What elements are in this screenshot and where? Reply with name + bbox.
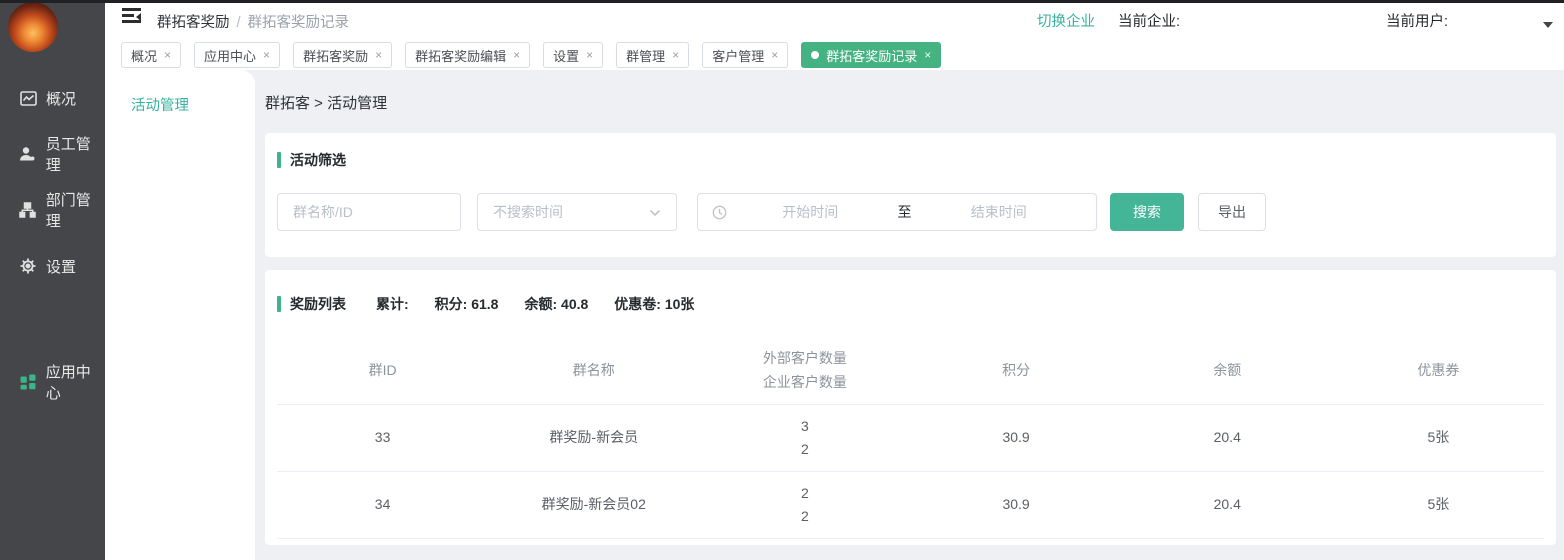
rewards-header: 奖励列表 累计: 积分: 61.8 余额: 40.8 优惠卷: 10张: [277, 294, 694, 314]
chart-icon: [19, 89, 37, 107]
sidebar-item-label: 应用中心: [46, 361, 105, 403]
tab-settings[interactable]: 设置×: [543, 42, 603, 68]
summary-balance: 余额: 40.8: [524, 294, 588, 314]
col-points: 积分: [911, 337, 1122, 404]
apps-icon: [19, 373, 37, 391]
current-user-label: 当前用户:: [1386, 10, 1448, 31]
sidebar-item-app-center[interactable]: 应用中心: [0, 368, 105, 396]
sidebar-item-overview[interactable]: 概况: [0, 84, 105, 112]
close-icon[interactable]: ×: [672, 48, 679, 62]
top-header: 群拓客奖励 / 群拓客奖励记录 切换企业 当前企业: 当前用户:: [105, 0, 1564, 42]
main-sidebar: 概况 员工管理 部门管理 设置: [0, 0, 105, 560]
search-button[interactable]: 搜索: [1110, 193, 1184, 231]
cell-coupons: 5张: [1333, 405, 1544, 471]
sidebar-item-label: 部门管理: [46, 189, 105, 231]
subsidebar-item-activity-manage[interactable]: 活动管理: [131, 94, 189, 115]
tab-bar: 概况× 应用中心× 群拓客奖励× 群拓客奖励编辑× 设置× 群管理× 客户管理×…: [105, 42, 1564, 70]
table-row[interactable]: 34 群奖励-新会员02 2 2 30.9 20.4 5张: [277, 472, 1544, 539]
close-icon[interactable]: ×: [771, 48, 778, 62]
cell-balance: 20.4: [1122, 405, 1333, 471]
cell-balance: 20.4: [1122, 472, 1333, 538]
close-icon[interactable]: ×: [263, 48, 270, 62]
sidebar-item-label: 员工管理: [46, 133, 105, 175]
org-icon: [19, 201, 37, 219]
col-coupons: 优惠券: [1333, 337, 1544, 404]
export-button[interactable]: 导出: [1198, 193, 1266, 231]
users-icon: [19, 145, 37, 163]
cell-customer-counts: 2 2: [699, 472, 910, 538]
close-icon[interactable]: ×: [513, 48, 520, 62]
tab-app-center[interactable]: 应用中心×: [194, 42, 280, 68]
current-company-label: 当前企业:: [1118, 10, 1180, 31]
summary-label: 累计:: [376, 294, 409, 314]
col-balance: 余额: [1122, 337, 1333, 404]
breadcrumb-current: 群拓客奖励记录: [248, 15, 350, 31]
sidebar-item-label: 设置: [46, 256, 76, 277]
section-accent-bar: [277, 152, 281, 168]
table-row[interactable]: 33 群奖励-新会员 3 2 30.9 20.4 5张: [277, 405, 1544, 472]
time-search-select[interactable]: 不搜索时间: [477, 193, 677, 231]
close-icon[interactable]: ×: [924, 48, 931, 62]
breadcrumb-parent[interactable]: 群拓客奖励: [157, 15, 230, 31]
close-icon[interactable]: ×: [164, 48, 171, 62]
section-accent-bar: [277, 296, 281, 312]
tab-overview[interactable]: 概况×: [121, 42, 181, 68]
rewards-table: 群ID 群名称 外部客户数量 企业客户数量 积分 余额 优惠券 33 群奖励-新…: [277, 337, 1544, 539]
group-name-input[interactable]: [278, 194, 460, 230]
cell-points: 30.9: [911, 472, 1122, 538]
cell-group-name: 群奖励-新会员02: [488, 472, 699, 538]
workspace: 活动管理 群拓客 > 活动管理 活动筛选 不搜索时间: [105, 70, 1564, 560]
table-header-row: 群ID 群名称 外部客户数量 企业客户数量 积分 余额 优惠券: [277, 337, 1544, 405]
clock-icon: [712, 205, 727, 220]
time-search-select-value: 不搜索时间: [493, 202, 563, 222]
tab-customer-manage[interactable]: 客户管理×: [702, 42, 788, 68]
filter-section-title: 活动筛选: [277, 150, 346, 170]
active-dot-icon: [811, 51, 819, 59]
tab-group-reward[interactable]: 群拓客奖励×: [293, 42, 392, 68]
date-range-picker[interactable]: 至: [697, 193, 1097, 231]
col-customer-counts: 外部客户数量 企业客户数量: [699, 337, 910, 404]
sidebar-item-employees[interactable]: 员工管理: [0, 140, 105, 168]
tab-group-reward-edit[interactable]: 群拓客奖励编辑×: [405, 42, 530, 68]
secondary-sidebar: 活动管理: [105, 70, 255, 560]
group-name-input-wrap: [277, 193, 461, 231]
cell-group-id: 34: [277, 472, 488, 538]
col-group-id: 群ID: [277, 337, 488, 404]
switch-company-link[interactable]: 切换企业: [1037, 10, 1095, 31]
breadcrumb-separator: /: [237, 15, 241, 31]
end-time-input[interactable]: [916, 204, 1083, 220]
browser-edge-strip: [0, 0, 1564, 3]
cell-group-name: 群奖励-新会员: [488, 405, 699, 471]
collapse-menu-icon[interactable]: [122, 8, 141, 23]
tab-group-manage[interactable]: 群管理×: [616, 42, 689, 68]
summary-coupons: 优惠卷: 10张: [614, 294, 694, 314]
main-area: 群拓客奖励 / 群拓客奖励记录 切换企业 当前企业: 当前用户: 概况× 应用中心×…: [105, 0, 1564, 560]
cell-group-id: 33: [277, 405, 488, 471]
cell-points: 30.9: [911, 405, 1122, 471]
close-icon[interactable]: ×: [586, 48, 593, 62]
content-breadcrumb: 群拓客 > 活动管理: [265, 92, 387, 113]
filter-row: 不搜索时间 至 搜索 导出: [277, 193, 1266, 231]
range-separator: 至: [894, 202, 916, 222]
summary-points: 积分: 61.8: [435, 294, 499, 314]
sidebar-item-departments[interactable]: 部门管理: [0, 196, 105, 224]
cell-coupons: 5张: [1333, 472, 1544, 538]
start-time-input[interactable]: [727, 204, 894, 220]
tab-group-reward-record[interactable]: 群拓客奖励记录×: [801, 42, 941, 68]
cell-customer-counts: 3 2: [699, 405, 910, 471]
user-dropdown-caret-icon[interactable]: [1543, 22, 1553, 28]
sidebar-item-settings[interactable]: 设置: [0, 252, 105, 280]
filter-card: 活动筛选 不搜索时间: [265, 133, 1556, 257]
rewards-title: 奖励列表: [290, 294, 346, 314]
breadcrumb: 群拓客奖励 / 群拓客奖励记录: [157, 11, 349, 32]
rewards-card: 奖励列表 累计: 积分: 61.8 余额: 40.8 优惠卷: 10张 群ID …: [265, 270, 1556, 545]
gear-icon: [19, 257, 37, 275]
col-group-name: 群名称: [488, 337, 699, 404]
sidebar-item-label: 概况: [46, 88, 76, 109]
chevron-down-icon: [649, 204, 661, 220]
content-area: 群拓客 > 活动管理 活动筛选 不搜索时间: [255, 70, 1564, 560]
close-icon[interactable]: ×: [375, 48, 382, 62]
avatar[interactable]: [8, 2, 58, 52]
